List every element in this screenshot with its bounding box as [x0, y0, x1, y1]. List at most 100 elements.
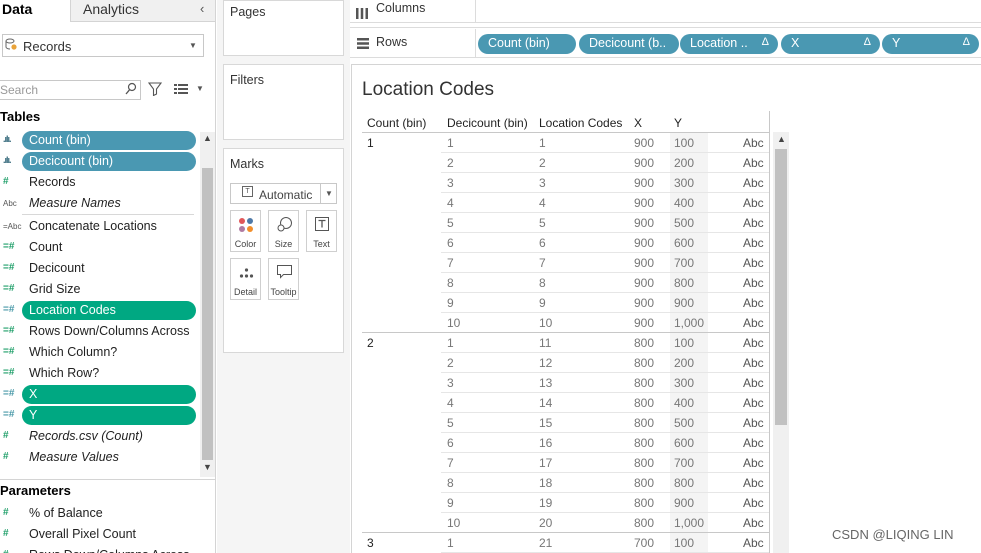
y-cell[interactable]: 800 — [674, 276, 694, 290]
field-count-bin[interactable]: .ılı. Count (bin) — [0, 130, 200, 151]
decicount-cell[interactable]: 5 — [447, 416, 454, 430]
y-cell[interactable]: 100 — [674, 136, 694, 150]
x-cell[interactable]: 900 — [634, 256, 654, 270]
scroll-down-icon[interactable]: ▼ — [203, 462, 212, 472]
y-cell[interactable]: 1,000 — [674, 316, 704, 330]
x-cell[interactable]: 900 — [634, 216, 654, 230]
field-decicount[interactable]: =# Decicount — [0, 258, 200, 279]
location-code-cell[interactable]: 20 — [539, 516, 552, 530]
tab-data[interactable]: Data — [0, 0, 70, 22]
field-measure-values[interactable]: # Measure Values — [0, 447, 200, 468]
location-code-cell[interactable]: 10 — [539, 316, 552, 330]
field-records[interactable]: # Records — [0, 172, 200, 193]
chevron-down-icon[interactable]: ▼ — [196, 84, 204, 93]
field-grid-size[interactable]: =# Grid Size — [0, 279, 200, 300]
parameter-rows-down-columns-across[interactable]: # Rows Down/Columns Across — [0, 545, 200, 553]
y-cell[interactable]: 600 — [674, 436, 694, 450]
detail-button[interactable]: Detail — [230, 258, 261, 300]
y-cell[interactable]: 500 — [674, 416, 694, 430]
y-cell[interactable]: 300 — [674, 176, 694, 190]
column-header-decicount-bin[interactable]: Decicount (bin) — [447, 116, 528, 130]
x-cell[interactable]: 900 — [634, 136, 654, 150]
location-code-cell[interactable]: 9 — [539, 296, 546, 310]
x-cell[interactable]: 800 — [634, 376, 654, 390]
y-cell[interactable]: 400 — [674, 196, 694, 210]
field-location-codes[interactable]: =# Location Codes — [0, 300, 200, 321]
x-cell[interactable]: 800 — [634, 476, 654, 490]
location-code-cell[interactable]: 14 — [539, 396, 552, 410]
x-cell[interactable]: 700 — [634, 536, 654, 550]
search-icon[interactable] — [125, 82, 137, 96]
x-cell[interactable]: 800 — [634, 416, 654, 430]
location-code-cell[interactable]: 18 — [539, 476, 552, 490]
decicount-cell[interactable]: 8 — [447, 276, 454, 290]
x-cell[interactable]: 800 — [634, 516, 654, 530]
size-button[interactable]: Size — [268, 210, 299, 252]
abc-text-mark[interactable]: Abc — [743, 336, 764, 350]
location-code-cell[interactable]: 6 — [539, 236, 546, 250]
abc-text-mark[interactable]: Abc — [743, 516, 764, 530]
location-code-cell[interactable]: 13 — [539, 376, 552, 390]
column-header-y[interactable]: Y — [674, 116, 682, 130]
decicount-cell[interactable]: 9 — [447, 296, 454, 310]
location-code-cell[interactable]: 12 — [539, 356, 552, 370]
abc-text-mark[interactable]: Abc — [743, 376, 764, 390]
location-code-cell[interactable]: 11 — [539, 336, 551, 350]
decicount-cell[interactable]: 9 — [447, 496, 454, 510]
x-cell[interactable]: 800 — [634, 396, 654, 410]
chevron-down-icon[interactable]: ▼ — [325, 189, 333, 198]
pages-card[interactable]: Pages — [223, 0, 344, 56]
y-cell[interactable]: 100 — [674, 336, 694, 350]
decicount-cell[interactable]: 8 — [447, 476, 454, 490]
y-cell[interactable]: 200 — [674, 156, 694, 170]
worksheet-view[interactable]: Location Codes Count (bin) Decicount (bin… — [351, 64, 981, 553]
scroll-up-icon[interactable]: ▲ — [203, 133, 212, 143]
abc-text-mark[interactable]: Abc — [743, 156, 764, 170]
decicount-cell[interactable]: 7 — [447, 456, 454, 470]
abc-text-mark[interactable]: Abc — [743, 536, 764, 550]
location-code-cell[interactable]: 2 — [539, 156, 546, 170]
y-cell[interactable]: 900 — [674, 296, 694, 310]
abc-text-mark[interactable]: Abc — [743, 256, 764, 270]
abc-text-mark[interactable]: Abc — [743, 416, 764, 430]
row-pill-y[interactable]: YΔ — [882, 34, 979, 54]
y-cell[interactable]: 700 — [674, 256, 694, 270]
chevron-down-icon[interactable]: ▼ — [189, 41, 197, 50]
row-pill-x[interactable]: XΔ — [781, 34, 880, 54]
location-code-cell[interactable]: 15 — [539, 416, 552, 430]
row-pill-decicount-b[interactable]: Decicount (b.. — [579, 34, 679, 54]
decicount-cell[interactable]: 4 — [447, 396, 454, 410]
abc-text-mark[interactable]: Abc — [743, 216, 764, 230]
location-code-cell[interactable]: 7 — [539, 256, 546, 270]
field-records-csv-count[interactable]: # Records.csv (Count) — [0, 426, 200, 447]
abc-text-mark[interactable]: Abc — [743, 196, 764, 210]
decicount-cell[interactable]: 2 — [447, 356, 454, 370]
count-bin-cell[interactable]: 1 — [367, 136, 374, 150]
column-header-count-bin[interactable]: Count (bin) — [367, 116, 426, 130]
x-cell[interactable]: 900 — [634, 276, 654, 290]
collapse-pane-icon[interactable]: ‹ — [200, 1, 204, 16]
tab-analytics[interactable]: Analytics — [70, 0, 215, 22]
abc-text-mark[interactable]: Abc — [743, 396, 764, 410]
x-cell[interactable]: 800 — [634, 436, 654, 450]
column-header-location-codes[interactable]: Location Codes — [539, 116, 622, 130]
x-cell[interactable]: 800 — [634, 356, 654, 370]
parameter-overall-pixel-count[interactable]: # Overall Pixel Count — [0, 524, 200, 545]
location-code-cell[interactable]: 1 — [539, 136, 546, 150]
field-measure-names[interactable]: Abc Measure Names — [0, 193, 200, 214]
decicount-cell[interactable]: 2 — [447, 156, 454, 170]
location-code-cell[interactable]: 3 — [539, 176, 546, 190]
location-code-cell[interactable]: 17 — [539, 456, 552, 470]
field-concatenate-locations[interactable]: =Abc Concatenate Locations — [0, 216, 200, 237]
y-cell[interactable]: 400 — [674, 396, 694, 410]
location-code-cell[interactable]: 5 — [539, 216, 546, 230]
field-x[interactable]: =# X — [0, 384, 200, 405]
location-code-cell[interactable]: 21 — [539, 536, 552, 550]
location-code-cell[interactable]: 19 — [539, 496, 552, 510]
x-cell[interactable]: 800 — [634, 496, 654, 510]
location-code-cell[interactable]: 8 — [539, 276, 546, 290]
x-cell[interactable]: 800 — [634, 336, 654, 350]
field-decicount-bin[interactable]: .ılı. Decicount (bin) — [0, 151, 200, 172]
location-code-cell[interactable]: 4 — [539, 196, 546, 210]
decicount-cell[interactable]: 5 — [447, 216, 454, 230]
